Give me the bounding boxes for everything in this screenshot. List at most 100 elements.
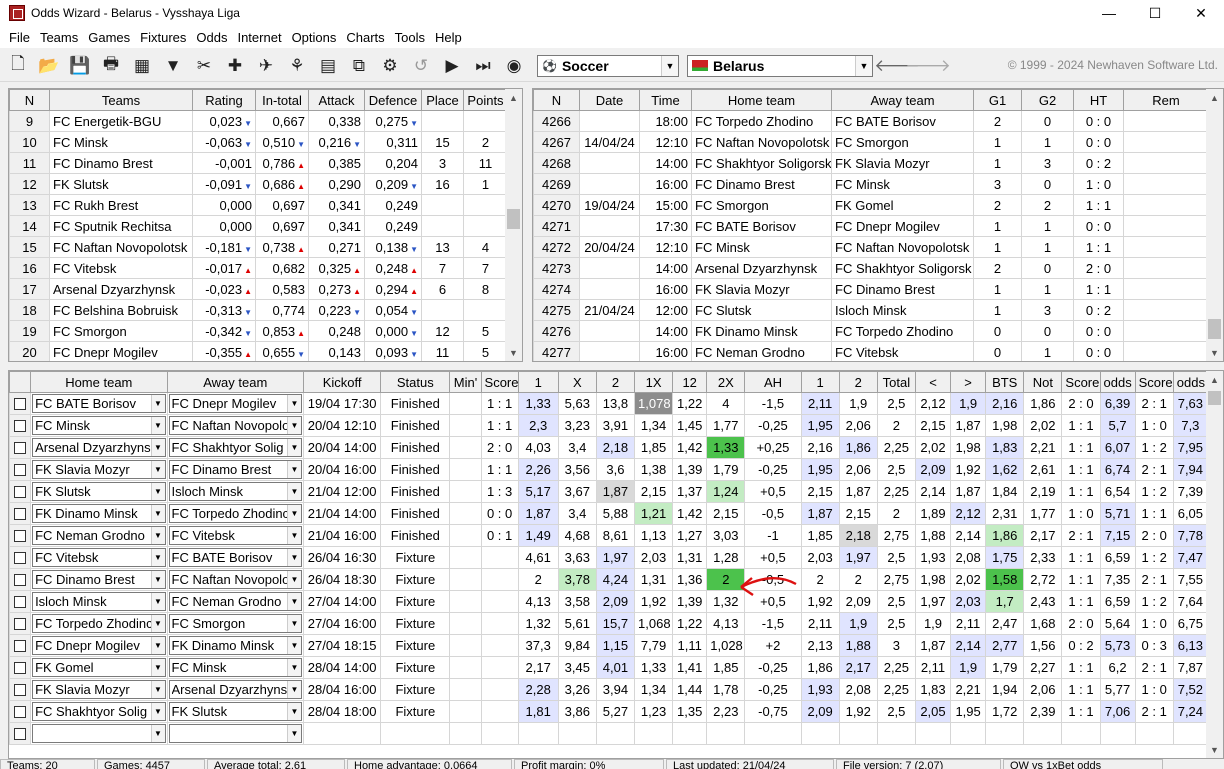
odds-cell[interactable]: 7,78 bbox=[1172, 524, 1209, 547]
odds-cell[interactable]: 2,02 bbox=[1023, 414, 1063, 437]
odds-cell[interactable]: 1,9 bbox=[914, 612, 952, 635]
away-team-select[interactable]: FC Dnepr Mogilev ▼ bbox=[168, 394, 302, 413]
odds-cell[interactable]: 1 : 0 bbox=[1134, 612, 1174, 635]
odds-cell[interactable]: 2,11 bbox=[800, 392, 840, 415]
odds-cell[interactable]: 5,88 bbox=[595, 502, 636, 525]
game-row[interactable]: 4269 16:00 FC Dinamo Brest FC Minsk 3 0 1 : 0 bbox=[533, 173, 1209, 195]
games-col-g1[interactable]: G1 bbox=[973, 89, 1022, 111]
home-team-select[interactable]: FC BATE Borisov ▼ bbox=[32, 394, 166, 413]
team-row[interactable]: 18 FC Belshina Bobruisk -0,313 ▼ 0,774 0,223 ▼… bbox=[9, 299, 508, 321]
forward-arrow-icon[interactable]: 🡒 bbox=[905, 54, 951, 78]
odds-cell[interactable]: 1 : 2 bbox=[1134, 480, 1174, 503]
minimize-button[interactable]: — bbox=[1086, 0, 1132, 26]
odds-cell[interactable]: 1,36 bbox=[672, 568, 708, 591]
odds-cell[interactable]: 1,62 bbox=[985, 458, 1025, 481]
odds-cell[interactable]: 2,5 bbox=[876, 700, 916, 723]
odds-cell[interactable]: 1,93 bbox=[800, 678, 840, 701]
odds-cell[interactable]: -1 bbox=[744, 524, 802, 547]
row-checkbox[interactable] bbox=[14, 639, 27, 652]
menu-tools[interactable]: Tools bbox=[390, 30, 430, 45]
scroll-down-icon[interactable]: ▼ bbox=[1206, 741, 1223, 758]
odds-cell[interactable]: 1,37 bbox=[672, 480, 708, 503]
odds-cell[interactable]: 2,25 bbox=[876, 480, 916, 503]
odds-cell[interactable]: 1,87 bbox=[950, 480, 987, 503]
fixture-row[interactable]: FC Vitebsk ▼ FC BATE Borisov ▼ 26/04 16:30 Fi… bbox=[9, 546, 1209, 569]
fixture-row[interactable]: FK Gomel ▼ FC Minsk ▼ 28/04 14:00 Fixture 2,17… bbox=[9, 656, 1209, 679]
games-col-hometeam[interactable]: Home team bbox=[691, 89, 832, 111]
fixtures-col-18[interactable]: BTS bbox=[985, 371, 1025, 393]
odds-cell[interactable]: 1,97 bbox=[838, 546, 878, 569]
odds-cell[interactable]: 1,92 bbox=[838, 700, 878, 723]
odds-cell[interactable]: 2,21 bbox=[1023, 436, 1063, 459]
fixtures-col-15[interactable]: Total bbox=[876, 371, 916, 393]
odds-cell[interactable]: 2,08 bbox=[838, 678, 878, 701]
fixtures-col-16[interactable]: < bbox=[914, 371, 952, 393]
odds-cell[interactable]: 1,85 bbox=[800, 524, 840, 547]
scroll-up-icon[interactable]: ▲ bbox=[505, 89, 522, 106]
fixture-row[interactable]: FK Dinamo Minsk ▼ FC Torpedo Zhodinc ▼ 21/04… bbox=[9, 502, 1209, 525]
odds-cell[interactable]: 1,42 bbox=[672, 502, 708, 525]
odds-cell[interactable]: 2,5 bbox=[876, 612, 916, 635]
odds-cell[interactable]: 1,49 bbox=[517, 524, 559, 547]
fixture-row[interactable]: FC Shakhtyor Solig ▼ FK Slutsk ▼ 28/04 18:00… bbox=[9, 700, 1209, 723]
odds-cell[interactable]: 1,92 bbox=[634, 590, 674, 613]
teams-col-defence[interactable]: Defence bbox=[364, 89, 422, 111]
odds-cell[interactable]: 2,75 bbox=[876, 568, 916, 591]
odds-cell[interactable]: 1,95 bbox=[950, 700, 987, 723]
odds-cell[interactable]: 4,03 bbox=[517, 436, 559, 459]
row-checkbox[interactable] bbox=[14, 573, 27, 586]
open-folder-icon[interactable]: 📂 bbox=[37, 54, 61, 78]
home-team-select[interactable]: FK Slutsk ▼ bbox=[32, 482, 166, 501]
row-checkbox[interactable] bbox=[14, 551, 27, 564]
teams-col-attack[interactable]: Attack bbox=[308, 89, 365, 111]
odds-cell[interactable]: 5,71 bbox=[1099, 502, 1136, 525]
teams-col-points[interactable]: Points bbox=[463, 89, 508, 111]
away-team-select[interactable]: FC Shakhtyor Solig ▼ bbox=[168, 438, 302, 457]
tools-icon[interactable]: ✂ bbox=[192, 54, 216, 78]
fixture-row[interactable]: FC Minsk ▼ FC Naftan Novopolo ▼ 20/04 12:10 F… bbox=[9, 414, 1209, 437]
odds-cell[interactable]: 9,84 bbox=[557, 634, 597, 657]
fixtures-col-2[interactable]: Kickoff bbox=[302, 371, 382, 393]
odds-cell[interactable]: 2,5 bbox=[876, 546, 916, 569]
scroll-thumb[interactable] bbox=[507, 209, 520, 229]
odds-cell[interactable]: 3,58 bbox=[557, 590, 597, 613]
odds-cell[interactable]: 1 : 0 bbox=[1134, 414, 1174, 437]
fixtures-col-23[interactable]: odds bbox=[1172, 371, 1209, 393]
odds-cell[interactable]: 2,18 bbox=[838, 524, 878, 547]
fixtures-col-11[interactable]: 2X bbox=[706, 371, 746, 393]
home-team-select[interactable]: Arsenal Dzyarzhyns ▼ bbox=[32, 438, 166, 457]
row-checkbox[interactable] bbox=[14, 397, 27, 410]
odds-cell[interactable]: 1,028 bbox=[706, 634, 746, 657]
odds-cell[interactable]: 1,94 bbox=[985, 678, 1025, 701]
odds-cell[interactable]: 2,5 bbox=[876, 392, 916, 415]
odds-cell[interactable]: 3 bbox=[876, 634, 916, 657]
menu-options[interactable]: Options bbox=[287, 30, 342, 45]
odds-cell[interactable]: 5,27 bbox=[595, 700, 636, 723]
odds-cell[interactable]: 4,61 bbox=[517, 546, 559, 569]
odds-cell[interactable]: 1,58 bbox=[985, 568, 1025, 591]
odds-cell[interactable]: 1,9 bbox=[838, 612, 878, 635]
odds-cell[interactable]: 1,87 bbox=[517, 502, 559, 525]
fixtures-col-14[interactable]: 2 bbox=[838, 371, 878, 393]
odds-cell[interactable]: 1,39 bbox=[672, 590, 708, 613]
away-team-select[interactable]: FC Neman Grodno ▼ bbox=[168, 592, 302, 611]
odds-cell[interactable]: 1,9 bbox=[950, 392, 987, 415]
odds-cell[interactable]: 4,01 bbox=[595, 656, 636, 679]
home-team-select[interactable]: FC Dinamo Brest ▼ bbox=[32, 570, 166, 589]
fixture-row[interactable]: FC Dnepr Mogilev ▼ FK Dinamo Minsk ▼ 27/04 1… bbox=[9, 634, 1209, 657]
menu-file[interactable]: File bbox=[4, 30, 35, 45]
odds-cell[interactable]: 4,13 bbox=[517, 590, 559, 613]
fixtures-col-10[interactable]: 12 bbox=[672, 371, 708, 393]
teams-col-intotal[interactable]: In-total bbox=[255, 89, 309, 111]
odds-cell[interactable]: 2,77 bbox=[985, 634, 1025, 657]
fixtures-scrollbar[interactable]: ▲ ▼ bbox=[1206, 371, 1223, 758]
odds-cell[interactable]: 2,61 bbox=[1023, 458, 1063, 481]
odds-cell[interactable]: 3,03 bbox=[706, 524, 746, 547]
odds-cell[interactable]: 1 : 1 bbox=[1061, 590, 1101, 613]
odds-cell[interactable]: 1,72 bbox=[985, 700, 1025, 723]
team-row[interactable]: 12 FK Slutsk -0,091 ▼ 0,686 ▲ 0,290 0,209 ▼ 16 1 bbox=[9, 173, 508, 195]
odds-cell[interactable]: 2,09 bbox=[800, 700, 840, 723]
odds-cell[interactable]: 1 : 0 bbox=[1134, 678, 1174, 701]
odds-cell[interactable]: 1,86 bbox=[800, 656, 840, 679]
odds-cell[interactable]: 2,18 bbox=[595, 436, 636, 459]
